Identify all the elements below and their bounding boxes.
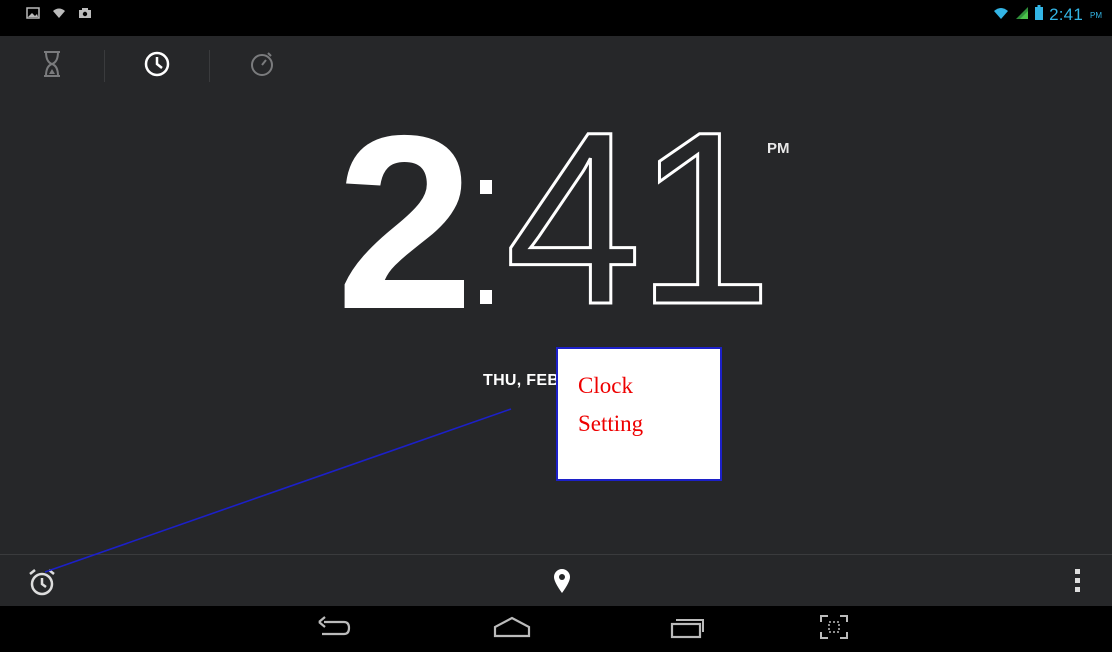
- back-button[interactable]: [310, 614, 358, 644]
- bottom-action-bar: [0, 554, 1112, 607]
- callout-text: Clock Setting: [578, 367, 708, 443]
- status-ampm: PM: [1090, 10, 1102, 20]
- recent-apps-button[interactable]: [663, 614, 711, 644]
- status-time: 2:41: [1049, 5, 1083, 24]
- wifi-icon: [993, 6, 1009, 25]
- picture-notification-icon: [26, 6, 40, 24]
- signal-icon: [1015, 6, 1029, 25]
- clock-app: 2 41 PM THU, FEB: [0, 36, 1112, 606]
- battery-icon: [1035, 5, 1044, 25]
- screenshot-icon: [819, 614, 849, 645]
- home-icon: [492, 616, 532, 643]
- screenshot-button[interactable]: [810, 614, 858, 644]
- back-icon: [316, 615, 352, 643]
- callout-line-1: Clock: [578, 373, 633, 398]
- status-bar: 2:41 PM: [0, 0, 1112, 36]
- colon-bottom-dot: [480, 290, 492, 304]
- camera-notification-icon: [78, 6, 92, 24]
- wifi-notification-icon: [52, 6, 66, 24]
- alarm-icon[interactable]: [26, 566, 58, 603]
- status-notifications: [26, 6, 92, 24]
- navigation-bar: [0, 606, 1112, 652]
- location-pin-icon[interactable]: [553, 568, 571, 599]
- clock-hour: 2: [336, 83, 474, 361]
- clock-date: THU, FEB: [483, 372, 560, 389]
- colon-top-dot: [480, 180, 492, 194]
- digital-clock: 2 41 PM: [0, 36, 1112, 346]
- clock-ampm: PM: [767, 140, 790, 157]
- annotation-callout: Clock Setting: [556, 347, 722, 481]
- callout-line-2: Setting: [578, 411, 644, 436]
- clock-minutes: 41: [504, 81, 775, 356]
- status-indicators: 2:41 PM: [993, 5, 1102, 25]
- home-button[interactable]: [488, 614, 536, 644]
- recent-apps-icon: [669, 615, 705, 644]
- overflow-menu-icon[interactable]: [1074, 568, 1082, 599]
